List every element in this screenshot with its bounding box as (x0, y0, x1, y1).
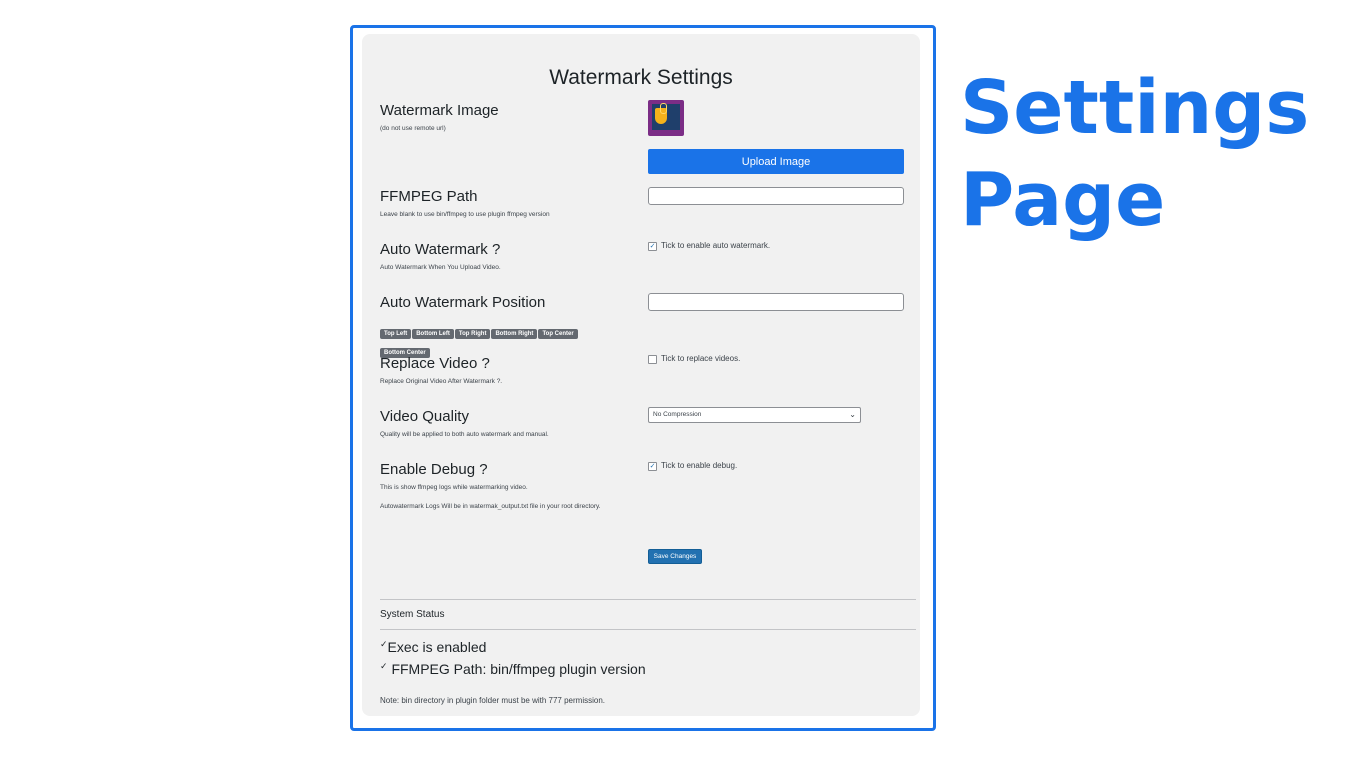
replace-video-checkbox[interactable] (648, 355, 657, 364)
save-changes-button[interactable]: Save Changes (648, 549, 702, 564)
system-status-title: System Status (380, 609, 445, 620)
status-item: ✓ FFMPEG Path: bin/ffmpeg plugin version (380, 661, 646, 677)
settings-panel: Watermark Settings Watermark Image (do n… (362, 34, 920, 716)
position-tag[interactable]: Bottom Right (491, 329, 538, 339)
settings-screenshot-frame: Watermark Settings Watermark Image (do n… (350, 25, 936, 731)
status-item: ✓Exec is enabled (380, 639, 487, 655)
replace-video-checkbox-label: Tick to replace videos. (661, 354, 741, 363)
watermark-image-desc: (do not use remote url) (380, 125, 446, 132)
debug-log-desc: Autowatermark Logs Will be in watermak_o… (380, 503, 601, 510)
headline-line-2: Page (960, 157, 1166, 243)
watermark-image-label: Watermark Image (380, 102, 499, 119)
upload-image-button[interactable]: Upload Image (648, 149, 904, 174)
video-quality-select[interactable]: No Compression ⌄ (648, 407, 861, 423)
video-quality-selected: No Compression (653, 411, 702, 418)
checkmark-icon: ✓ (380, 661, 388, 671)
position-tag[interactable]: Top Right (454, 329, 491, 339)
position-tag[interactable]: Bottom Left (412, 329, 454, 339)
divider (380, 599, 916, 600)
ffmpeg-path-desc: Leave blank to use bin/ffmpeg to use plu… (380, 211, 550, 218)
auto-watermark-checkbox[interactable]: ✓ (648, 242, 657, 251)
ffmpeg-path-label: FFMPEG Path (380, 188, 478, 205)
enable-debug-checkbox-label: Tick to enable debug. (661, 461, 738, 470)
settings-page-headline: Settings Page (960, 62, 1309, 246)
video-quality-label: Video Quality (380, 408, 469, 425)
headline-line-1: Settings (960, 65, 1310, 151)
position-tag[interactable]: Top Left (380, 329, 412, 339)
replace-video-desc: Replace Original Video After Watermark ?… (380, 378, 503, 385)
video-quality-desc: Quality will be applied to both auto wat… (380, 431, 549, 438)
auto-watermark-position-input[interactable] (648, 293, 904, 311)
auto-watermark-label: Auto Watermark ? (380, 241, 501, 258)
replace-video-label: Replace Video ? (380, 355, 490, 372)
auto-watermark-desc: Auto Watermark When You Upload Video. (380, 264, 501, 271)
ffmpeg-path-input[interactable] (648, 187, 904, 205)
permission-note: Note: bin directory in plugin folder mus… (380, 696, 605, 705)
enable-debug-checkbox[interactable]: ✓ (648, 462, 657, 471)
divider (380, 629, 916, 630)
checkmark-icon: ✓ (380, 639, 388, 649)
enable-debug-desc: This is show ffmpeg logs while watermark… (380, 484, 528, 491)
page-title: Watermark Settings (549, 66, 733, 89)
watermark-image-thumbnail (648, 100, 684, 136)
position-tag[interactable]: Top Center (538, 329, 578, 339)
enable-debug-label: Enable Debug ? (380, 461, 488, 478)
auto-watermark-position-label: Auto Watermark Position (380, 294, 546, 311)
chevron-down-icon: ⌄ (849, 410, 856, 419)
auto-watermark-checkbox-label: Tick to enable auto watermark. (661, 241, 771, 250)
